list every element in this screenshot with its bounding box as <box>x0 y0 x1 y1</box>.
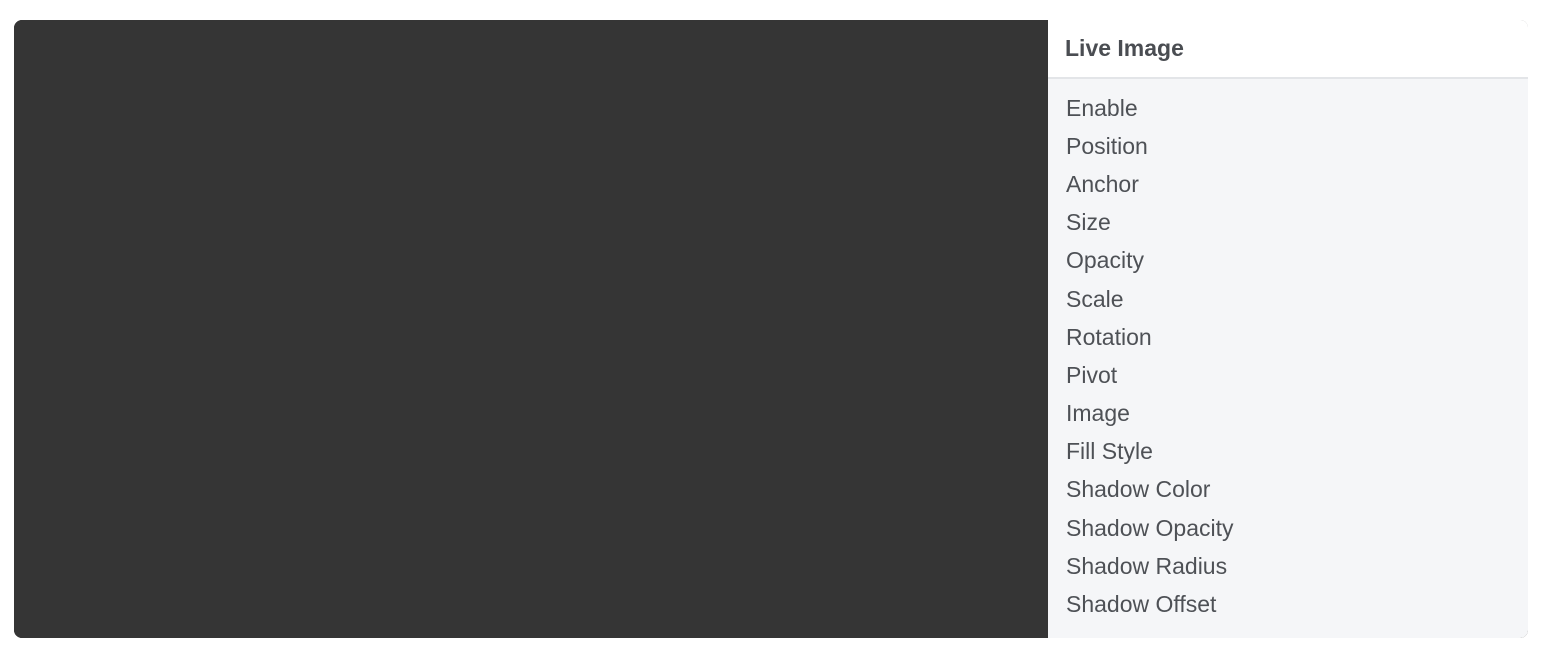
property-item-shadow-offset[interactable]: Shadow Offset <box>1066 585 1528 623</box>
property-item-image[interactable]: Image <box>1066 395 1528 433</box>
property-item-shadow-color[interactable]: Shadow Color <box>1066 471 1528 509</box>
property-item-scale[interactable]: Scale <box>1066 280 1528 318</box>
property-item-anchor[interactable]: Anchor <box>1066 165 1528 203</box>
editor-frame: Live Image Enable Position Anchor Size O… <box>14 20 1528 638</box>
live-image-preview-canvas[interactable] <box>14 20 1048 638</box>
property-item-pivot[interactable]: Pivot <box>1066 356 1528 394</box>
property-item-shadow-opacity[interactable]: Shadow Opacity <box>1066 509 1528 547</box>
property-item-enable[interactable]: Enable <box>1066 89 1528 127</box>
property-item-size[interactable]: Size <box>1066 204 1528 242</box>
property-item-rotation[interactable]: Rotation <box>1066 318 1528 356</box>
property-item-opacity[interactable]: Opacity <box>1066 242 1528 280</box>
properties-panel: Live Image Enable Position Anchor Size O… <box>1048 20 1528 638</box>
property-item-position[interactable]: Position <box>1066 127 1528 165</box>
property-list: Enable Position Anchor Size Opacity Scal… <box>1048 79 1528 624</box>
property-item-shadow-radius[interactable]: Shadow Radius <box>1066 547 1528 585</box>
panel-title: Live Image <box>1048 20 1528 79</box>
property-item-fill-style[interactable]: Fill Style <box>1066 433 1528 471</box>
